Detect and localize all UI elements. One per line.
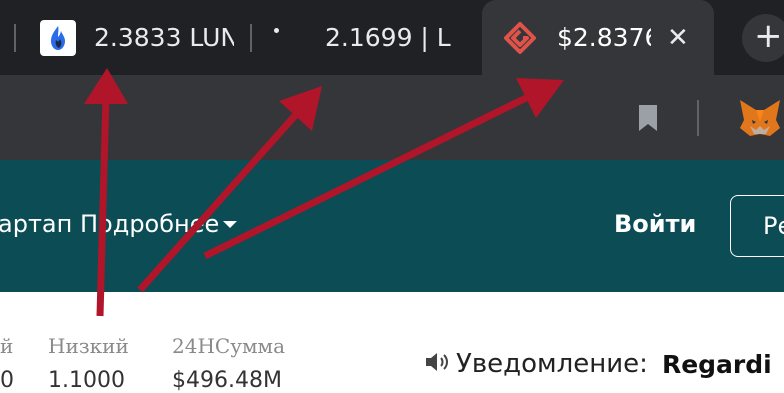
caret-down-icon [223,220,238,228]
bookmark-icon[interactable] [637,104,659,136]
tab-separator [250,24,252,52]
notice-label: Уведомление: [456,349,648,379]
tab-gate[interactable]: $2.8376 ✕ [503,0,708,75]
dot-icon [274,28,279,33]
tab-title: $2.8376 [557,23,651,52]
metamask-fox-icon[interactable] [736,96,784,144]
plus-icon: + [754,16,783,56]
browser-toolbar [0,75,784,160]
register-button[interactable]: Ре [730,195,784,257]
stat-value-24h-volume: $496.48M [172,368,282,393]
tab-huobi[interactable]: 2.3833 LUN [40,0,236,75]
huobi-flame-icon [40,19,76,56]
close-icon[interactable]: ✕ [667,23,689,53]
new-tab-button[interactable]: + [742,14,784,62]
speaker-icon [424,350,450,378]
tab-title: 2.1699 | L [325,23,451,52]
tab-separator [14,24,16,52]
stat-value-low: 1.1000 [48,368,125,393]
nav-item-startup[interactable]: артап [0,210,72,238]
stat-label-high: й [0,334,14,358]
nav-more-label: Подробнее [80,210,220,238]
stat-label-low: Низкий [48,334,129,358]
login-button[interactable]: Войти [614,210,696,238]
register-label: Ре [763,212,784,240]
toolbar-separator [697,100,699,136]
gate-logo-icon [503,21,537,55]
tab-second[interactable]: 2.1699 | L [270,0,465,75]
notice-text: Regardi [661,349,772,379]
notice-bar[interactable]: Уведомление: Regardi [424,349,772,379]
stat-value-high: 0 [0,368,14,393]
nav-more-dropdown[interactable]: Подробнее [80,210,238,238]
tab-title: 2.3833 LUN [94,23,234,52]
stat-label-24h-volume: 24HСумма [172,334,285,358]
